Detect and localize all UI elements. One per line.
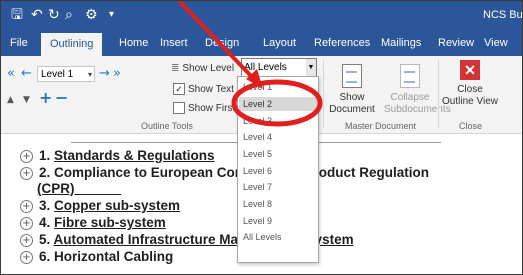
show-level-select[interactable]: All Levels ▼ [241,58,317,77]
tab-design[interactable]: Design [205,31,239,56]
title-bar: 🖫 ↶ ↻ ⌕ ⚙ ▾ NCS Bu [1,1,522,31]
show-level-select-value: All Levels [244,62,287,73]
expand-plus-icon[interactable]: + [20,167,33,180]
tab-view[interactable]: View [484,31,508,56]
show-level-row: ≣ Show Level [171,62,234,76]
outline-item[interactable]: +3. Copper sub-system [20,198,180,214]
group-divider [438,60,439,128]
show-level-label: Show Level [182,63,235,74]
show-level-dropdown-list: Level 1 Level 2 Level 3 Level 4 Level 5 … [237,76,319,263]
level-option[interactable]: Level 4 [243,130,313,144]
expand-plus-icon[interactable]: + [20,200,33,213]
collapse-icon[interactable]: − [55,90,68,106]
ribbon-tabs: File Outlining Home Insert Design Layout… [1,31,522,56]
close-group-label: Close [459,121,483,131]
tab-outlining[interactable]: Outlining [41,33,103,56]
subdocuments-icon [400,64,420,88]
level-option[interactable]: Level 9 [243,214,313,228]
outline-item[interactable]: +2. Compliance to European Construction … [20,165,429,181]
document-icon [342,64,362,88]
move-down-icon[interactable]: ▼ [23,92,30,108]
expand-plus-icon[interactable]: + [20,150,33,163]
level-option[interactable]: Level 7 [243,180,313,194]
show-level-icon: ≣ [171,63,180,74]
close-outline-view-label: Close Outline View [442,84,498,107]
close-outline-view-button[interactable]: ✕ Close Outline View [442,60,498,108]
outline-item[interactable]: +1. Standards & Regulations [20,148,215,164]
promote-to-heading-icon[interactable]: « [7,66,15,82]
customize-icon[interactable]: ⚙ [85,5,98,25]
tab-references[interactable]: References [314,31,370,56]
show-text-formatting-checkbox[interactable]: ✓ [173,83,185,96]
underline-rule [74,194,121,195]
outline-level-value: Level 1 [41,69,74,80]
level-option[interactable]: Level 3 [243,114,313,128]
demote-icon[interactable]: → [99,66,110,82]
word-window: 🖫 ↶ ↻ ⌕ ⚙ ▾ NCS Bu File Outlining Home I… [0,0,523,275]
save-icon[interactable]: 🖫 [11,5,23,25]
demote-to-body-icon[interactable]: » [113,66,121,82]
tab-review[interactable]: Review [438,31,474,56]
chevron-down-icon[interactable]: ▼ [306,59,316,76]
expand-plus-icon[interactable]: + [20,251,33,264]
outline-tools-group-label: Outline Tools [141,121,193,131]
promote-icon[interactable]: ← [21,66,32,82]
expand-icon[interactable]: + [39,90,52,106]
outline-level-combo[interactable]: Level 1 ▾ [37,66,95,82]
show-document-label: Show Document [329,92,375,115]
outline-item[interactable]: +6. Horizontal Cabling [20,249,173,265]
collapse-subdocuments-button[interactable]: Collapse Subdocuments [384,64,451,116]
close-icon: ✕ [460,60,480,80]
outline-item[interactable]: +4. Fibre sub-system [20,215,166,231]
collapse-subdocuments-label: Collapse Subdocuments [384,92,451,115]
level-option[interactable]: Level 6 [243,164,313,178]
master-document-group-label: Master Document [345,121,417,131]
tab-home[interactable]: Home [119,31,148,56]
outline-item-continuation: (CPR) [37,181,121,197]
tab-insert[interactable]: Insert [160,31,188,56]
level-option[interactable]: Level 1 [243,80,313,94]
dropdown-icon[interactable]: ▾ [109,5,114,25]
show-document-button[interactable]: Show Document [323,64,381,116]
tab-mailings[interactable]: Mailings [381,31,421,56]
redo-icon[interactable]: ↻ [48,5,60,25]
level-option-highlighted[interactable]: Level 2 [239,97,317,111]
tab-file[interactable]: File [10,31,28,56]
tab-layout[interactable]: Layout [263,31,296,56]
move-up-icon[interactable]: ▲ [7,92,14,108]
undo-icon[interactable]: ↶ [31,5,43,25]
window-title: NCS Bu [483,9,523,21]
expand-plus-icon[interactable]: + [20,234,33,247]
level-option[interactable]: All Levels [243,230,313,244]
level-option[interactable]: Level 8 [243,197,313,211]
level-option[interactable]: Level 5 [243,147,313,161]
print-preview-icon[interactable]: ⌕ [65,5,73,25]
expand-plus-icon[interactable]: + [20,217,33,230]
chevron-down-icon[interactable]: ▾ [88,67,92,83]
show-first-line-checkbox[interactable] [173,102,185,115]
